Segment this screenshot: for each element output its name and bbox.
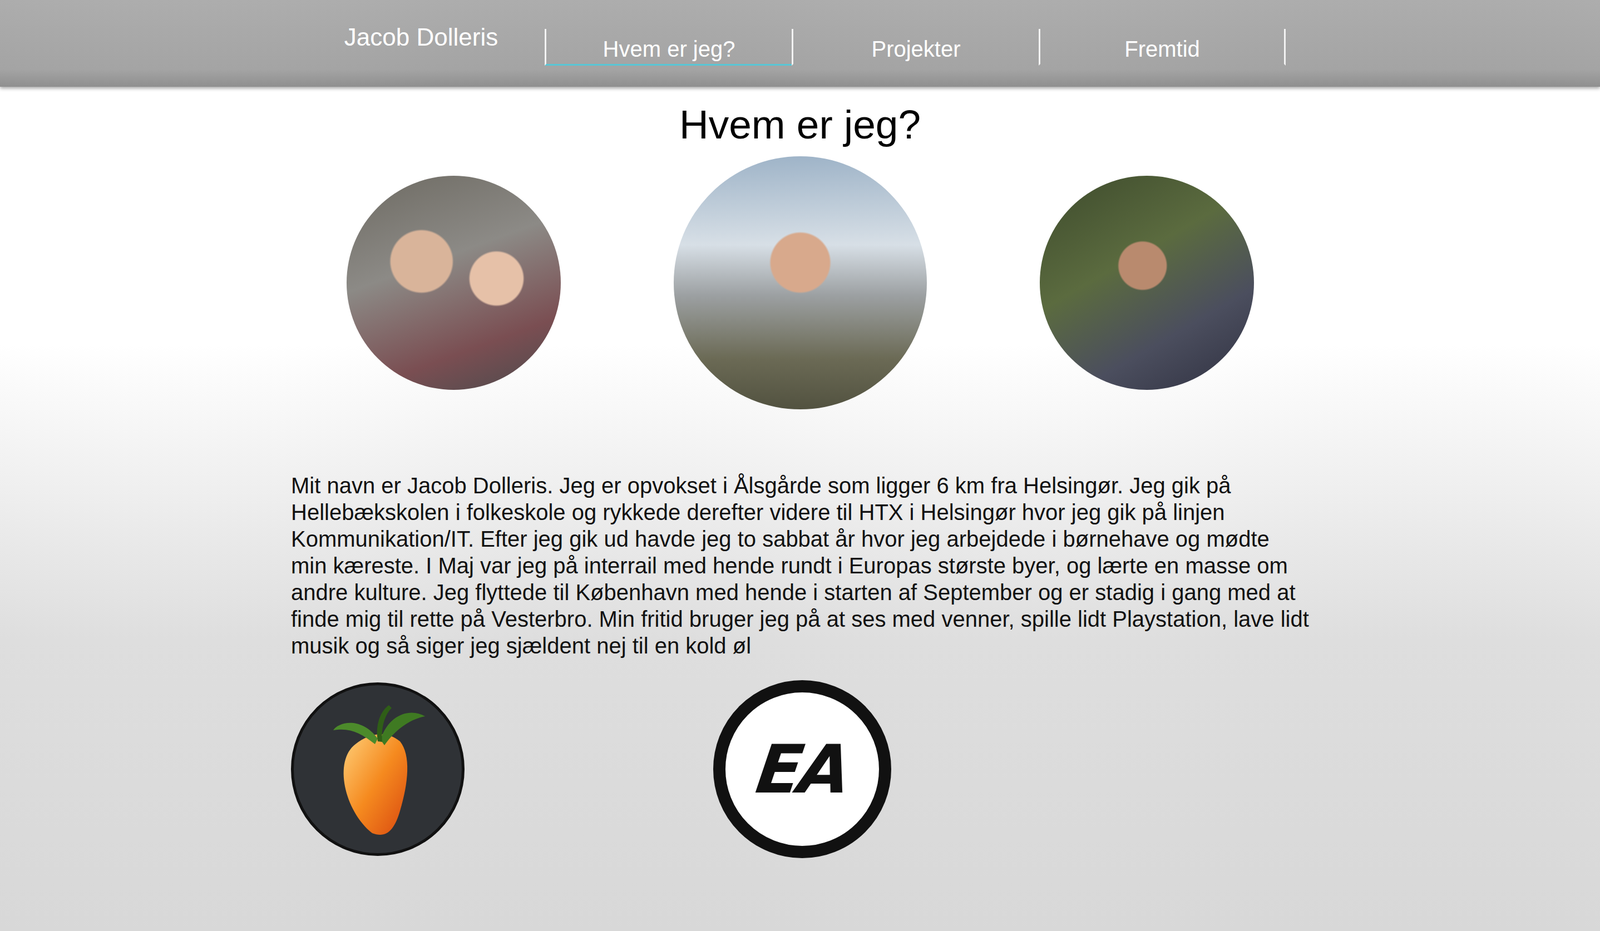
nav-item[interactable]: Fremtid	[1038, 28, 1286, 66]
profile-photo	[1039, 175, 1254, 390]
header: Jacob DollerisHvem er jeg?ProjekterFremt…	[0, 0, 1600, 87]
profile-photo	[346, 175, 561, 390]
fruit-icon	[322, 699, 434, 839]
nav-item[interactable]: Projekter	[791, 28, 1039, 66]
page: Jacob DollerisHvem er jeg?ProjekterFremt…	[0, 0, 1600, 931]
ea-logo-text: EA	[751, 731, 853, 809]
ea-logo: EA	[713, 680, 892, 859]
fl-studio-logo	[290, 682, 465, 857]
main: Hvem er jeg? Mit navn er Jacob Dolleris. …	[0, 86, 1600, 881]
profile-photo	[673, 156, 927, 410]
nav-item[interactable]: Hvem er jeg?	[544, 28, 792, 66]
photo-row	[346, 156, 1254, 410]
page-heading: Hvem er jeg?	[679, 101, 921, 148]
logo-row: EA	[290, 680, 1310, 881]
brand[interactable]: Jacob Dolleris	[297, 23, 545, 64]
about-text: Mit navn er Jacob Dolleris. Jeg er opvok…	[290, 472, 1310, 660]
